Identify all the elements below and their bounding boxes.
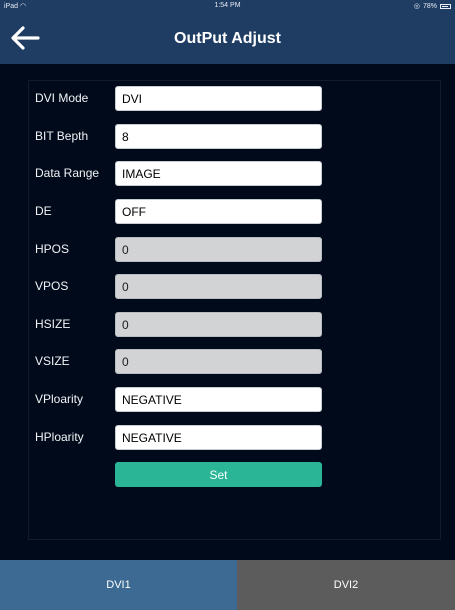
data-range-field[interactable] [115, 161, 322, 186]
hpos-field [115, 237, 322, 262]
battery-icon [440, 3, 451, 9]
navigation-bar: OutPut Adjust [0, 13, 455, 64]
hsize-field [115, 312, 322, 337]
form-row-hsize: HSIZE [29, 312, 442, 337]
tab-bar: DVI1 DVI2 [0, 560, 455, 610]
bit-depth-label: BIT Bepth [35, 129, 89, 143]
form-row-bit-depth: BIT Bepth [29, 124, 442, 149]
dvi-mode-field[interactable] [115, 86, 322, 111]
battery-status: ◎ 78% [414, 2, 451, 10]
page-title: OutPut Adjust [174, 30, 281, 47]
form-row-de: DE [29, 199, 442, 224]
vpolarity-label: VPloarity [35, 392, 84, 406]
hpolarity-label: HPloarity [35, 430, 84, 444]
form-row-dvi-mode: DVI Mode [29, 86, 442, 111]
de-field[interactable] [115, 199, 322, 224]
vsize-field [115, 349, 322, 374]
status-time: 1:54 PM [214, 2, 241, 9]
form-row-vpolarity: VPloarity [29, 387, 442, 412]
data-range-label: Data Range [35, 166, 100, 180]
form-row-hpos: HPOS [29, 237, 442, 262]
vpolarity-field[interactable] [115, 387, 322, 412]
hpos-label: HPOS [35, 242, 70, 256]
tab-dvi2[interactable]: DVI2 [237, 560, 455, 610]
form-row-data-range: Data Range [29, 161, 442, 186]
form-row-vsize: VSIZE [29, 349, 442, 374]
vpos-label: VPOS [35, 279, 69, 293]
vsize-label: VSIZE [35, 354, 70, 368]
form-row-hpolarity: HPloarity [29, 425, 442, 450]
status-bar: iPad ◠ 1:54 PM ◎ 78% [0, 0, 455, 13]
hsize-label: HSIZE [35, 317, 71, 331]
output-settings-panel: DVI Mode BIT Bepth Data Range DE HPOS VP… [28, 80, 441, 540]
battery-percent: 78% [422, 2, 437, 10]
vpos-field [115, 274, 322, 299]
bit-depth-field[interactable] [115, 124, 322, 149]
output-adjust-screen: iPad ◠ 1:54 PM ◎ 78% OutPut Adjust DVI M… [0, 0, 455, 610]
set-button[interactable]: Set [115, 462, 322, 487]
de-label: DE [35, 204, 52, 218]
hpolarity-field[interactable] [115, 425, 322, 450]
tab-dvi1[interactable]: DVI1 [0, 560, 237, 610]
form-row-vpos: VPOS [29, 274, 442, 299]
dvi-mode-label: DVI Mode [35, 91, 89, 105]
rotation-lock-icon: ◎ [413, 3, 420, 10]
